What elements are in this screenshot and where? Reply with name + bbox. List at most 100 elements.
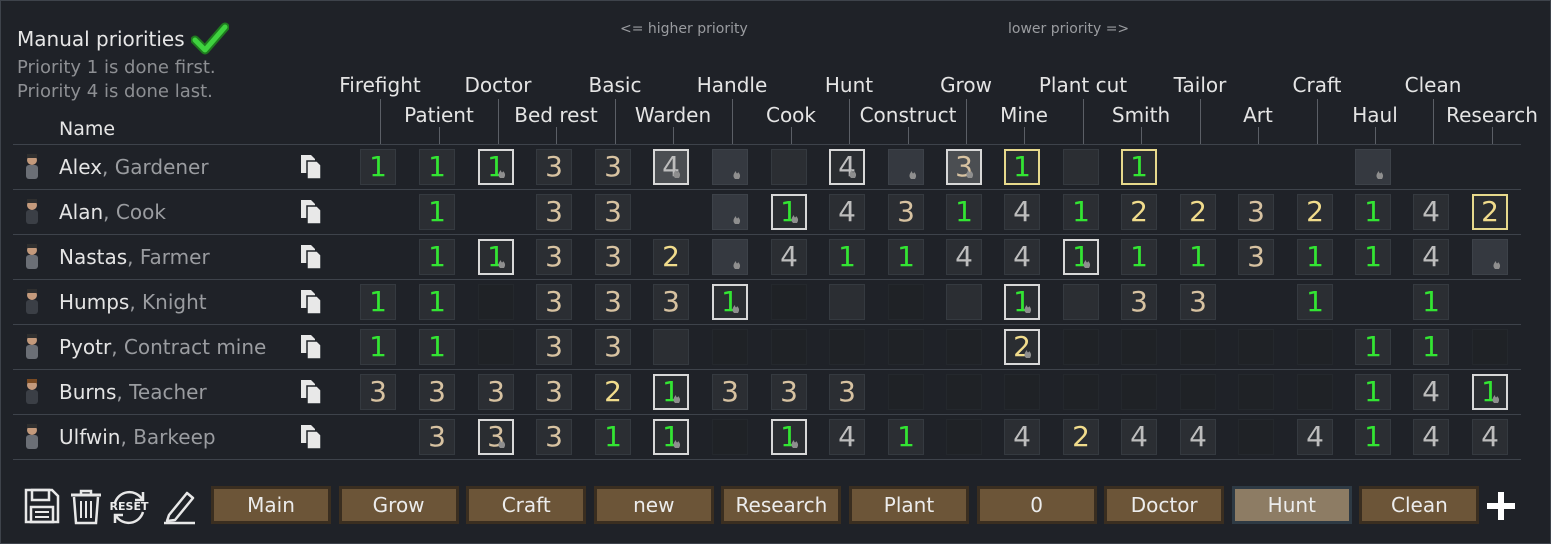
priority-cell[interactable] xyxy=(1063,284,1099,320)
priority-cell[interactable]: 2 xyxy=(653,239,689,275)
page-title[interactable]: Manual priorities xyxy=(17,27,185,51)
priority-cell[interactable] xyxy=(888,149,924,185)
priority-cell[interactable]: 2 xyxy=(1063,419,1099,455)
priority-cell[interactable] xyxy=(946,419,982,455)
priority-cell[interactable]: 3 xyxy=(536,284,572,320)
priority-cell[interactable]: 1 xyxy=(1297,284,1333,320)
priority-cell[interactable]: 3 xyxy=(536,419,572,455)
priority-cell[interactable] xyxy=(888,329,924,365)
priority-cell[interactable] xyxy=(1180,329,1216,365)
work-header-art[interactable]: Art xyxy=(1243,103,1273,127)
priority-cell[interactable]: 1 xyxy=(1004,149,1040,185)
add-tab-icon[interactable] xyxy=(1483,487,1519,525)
priority-cell[interactable]: 4 xyxy=(829,149,865,185)
priority-cell[interactable] xyxy=(829,329,865,365)
priority-cell[interactable]: 1 xyxy=(888,419,924,455)
priority-cell[interactable]: 3 xyxy=(1238,239,1274,275)
priority-cell[interactable]: 3 xyxy=(419,374,455,410)
priority-cell[interactable] xyxy=(712,194,748,230)
priority-cell[interactable]: 3 xyxy=(595,329,631,365)
priority-cell[interactable] xyxy=(1238,419,1274,455)
priority-cell[interactable]: 1 xyxy=(1063,194,1099,230)
priority-cell[interactable] xyxy=(1063,374,1099,410)
copy-priorities-icon[interactable] xyxy=(299,333,323,361)
priority-cell[interactable]: 3 xyxy=(829,374,865,410)
priority-cell[interactable] xyxy=(712,329,748,365)
work-header-research[interactable]: Research xyxy=(1446,103,1538,127)
priority-cell[interactable]: 3 xyxy=(1180,284,1216,320)
tab-research[interactable]: Research xyxy=(721,486,842,524)
edit-icon[interactable] xyxy=(161,487,199,525)
work-header-tailor[interactable]: Tailor xyxy=(1174,73,1227,97)
priority-cell[interactable]: 4 xyxy=(1004,194,1040,230)
priority-cell[interactable] xyxy=(1063,329,1099,365)
priority-cell[interactable]: 1 xyxy=(419,284,455,320)
priority-cell[interactable] xyxy=(1297,374,1333,410)
work-header-handle[interactable]: Handle xyxy=(697,73,768,97)
priority-cell[interactable] xyxy=(653,329,689,365)
priority-cell[interactable]: 1 xyxy=(1472,374,1508,410)
tab-0[interactable]: 0 xyxy=(976,486,1097,524)
colonist-name[interactable]: Humps, Knight xyxy=(59,290,207,314)
priority-cell[interactable]: 1 xyxy=(1121,149,1157,185)
priority-cell[interactable]: 1 xyxy=(419,329,455,365)
priority-cell[interactable]: 4 xyxy=(653,149,689,185)
priority-cell[interactable]: 2 xyxy=(1297,194,1333,230)
priority-cell[interactable] xyxy=(829,284,865,320)
priority-cell[interactable]: 4 xyxy=(1413,239,1449,275)
priority-cell[interactable]: 3 xyxy=(419,419,455,455)
work-header-plant-cut[interactable]: Plant cut xyxy=(1039,73,1127,97)
priority-cell[interactable]: 1 xyxy=(1413,329,1449,365)
priority-cell[interactable]: 1 xyxy=(1355,419,1391,455)
priority-cell[interactable]: 1 xyxy=(360,284,396,320)
priority-cell[interactable]: 3 xyxy=(1238,194,1274,230)
colonist-name[interactable]: Ulfwin, Barkeep xyxy=(59,425,216,449)
priority-cell[interactable]: 1 xyxy=(1180,239,1216,275)
tab-doctor[interactable]: Doctor xyxy=(1104,486,1225,524)
priority-cell[interactable] xyxy=(1472,239,1508,275)
priority-cell[interactable] xyxy=(1297,329,1333,365)
priority-cell[interactable]: 3 xyxy=(946,149,982,185)
colonist-name[interactable]: Alex, Gardener xyxy=(59,155,209,179)
priority-cell[interactable]: 3 xyxy=(595,149,631,185)
work-header-firefight[interactable]: Firefight xyxy=(339,73,421,97)
copy-priorities-icon[interactable] xyxy=(299,378,323,406)
priority-cell[interactable] xyxy=(1121,329,1157,365)
work-header-haul[interactable]: Haul xyxy=(1352,103,1398,127)
priority-cell[interactable]: 1 xyxy=(1355,329,1391,365)
tab-craft[interactable]: Craft xyxy=(466,486,587,524)
priority-cell[interactable]: 1 xyxy=(478,239,514,275)
tab-plant[interactable]: Plant xyxy=(849,486,969,524)
priority-cell[interactable]: 4 xyxy=(829,194,865,230)
priority-cell[interactable]: 4 xyxy=(1297,419,1333,455)
checkmark-icon[interactable] xyxy=(191,21,229,57)
work-header-cook[interactable]: Cook xyxy=(766,103,816,127)
work-header-basic[interactable]: Basic xyxy=(589,73,642,97)
priority-cell[interactable] xyxy=(888,374,924,410)
priority-cell[interactable]: 3 xyxy=(712,374,748,410)
priority-cell[interactable] xyxy=(478,284,514,320)
priority-cell[interactable]: 1 xyxy=(419,149,455,185)
work-header-bed-rest[interactable]: Bed rest xyxy=(514,103,597,127)
priority-cell[interactable]: 1 xyxy=(946,194,982,230)
priority-cell[interactable]: 1 xyxy=(1355,194,1391,230)
priority-cell[interactable]: 1 xyxy=(1413,284,1449,320)
priority-cell[interactable]: 2 xyxy=(1121,194,1157,230)
priority-cell[interactable]: 1 xyxy=(360,149,396,185)
priority-cell[interactable]: 4 xyxy=(946,239,982,275)
priority-cell[interactable] xyxy=(1472,329,1508,365)
priority-cell[interactable]: 2 xyxy=(595,374,631,410)
priority-cell[interactable]: 1 xyxy=(653,374,689,410)
priority-cell[interactable]: 3 xyxy=(478,374,514,410)
priority-cell[interactable]: 1 xyxy=(771,419,807,455)
priority-cell[interactable]: 3 xyxy=(536,149,572,185)
priority-cell[interactable]: 2 xyxy=(1004,329,1040,365)
priority-cell[interactable] xyxy=(771,149,807,185)
priority-cell[interactable] xyxy=(1121,374,1157,410)
colonist-name[interactable]: Pyotr, Contract mine xyxy=(59,335,266,359)
priority-cell[interactable] xyxy=(1238,374,1274,410)
priority-cell[interactable] xyxy=(478,329,514,365)
priority-cell[interactable] xyxy=(712,239,748,275)
priority-cell[interactable]: 1 xyxy=(771,194,807,230)
priority-cell[interactable] xyxy=(1180,374,1216,410)
